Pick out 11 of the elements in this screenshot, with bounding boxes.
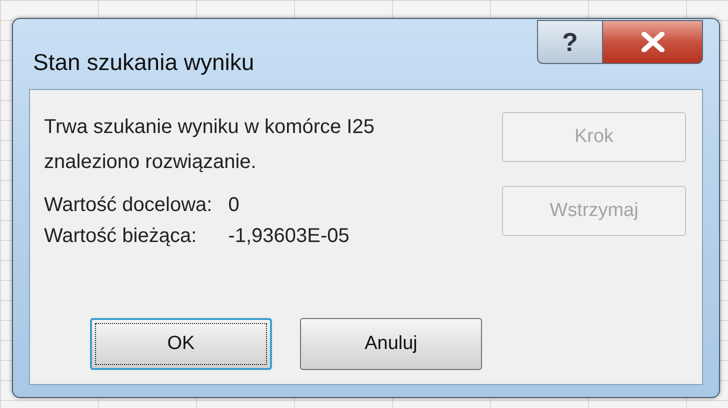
window-title: Stan szukania wyniku — [33, 49, 254, 76]
field-label: Wartość bieżąca: — [44, 225, 198, 248]
help-button[interactable]: ? — [537, 20, 603, 64]
close-button[interactable] — [603, 20, 703, 64]
dialog-button[interactable]: OK — [90, 318, 272, 370]
close-icon — [640, 32, 664, 52]
status-message: Trwa szukanie wyniku w komórce I25 znaleziono rozwiązanie. — [44, 115, 376, 175]
field-value: 0 — [228, 194, 240, 217]
dialog-button[interactable]: Anuluj — [300, 318, 482, 370]
field-value: -1,93603E-05 — [228, 225, 350, 248]
field-label: Wartość docelowa: — [44, 194, 212, 217]
